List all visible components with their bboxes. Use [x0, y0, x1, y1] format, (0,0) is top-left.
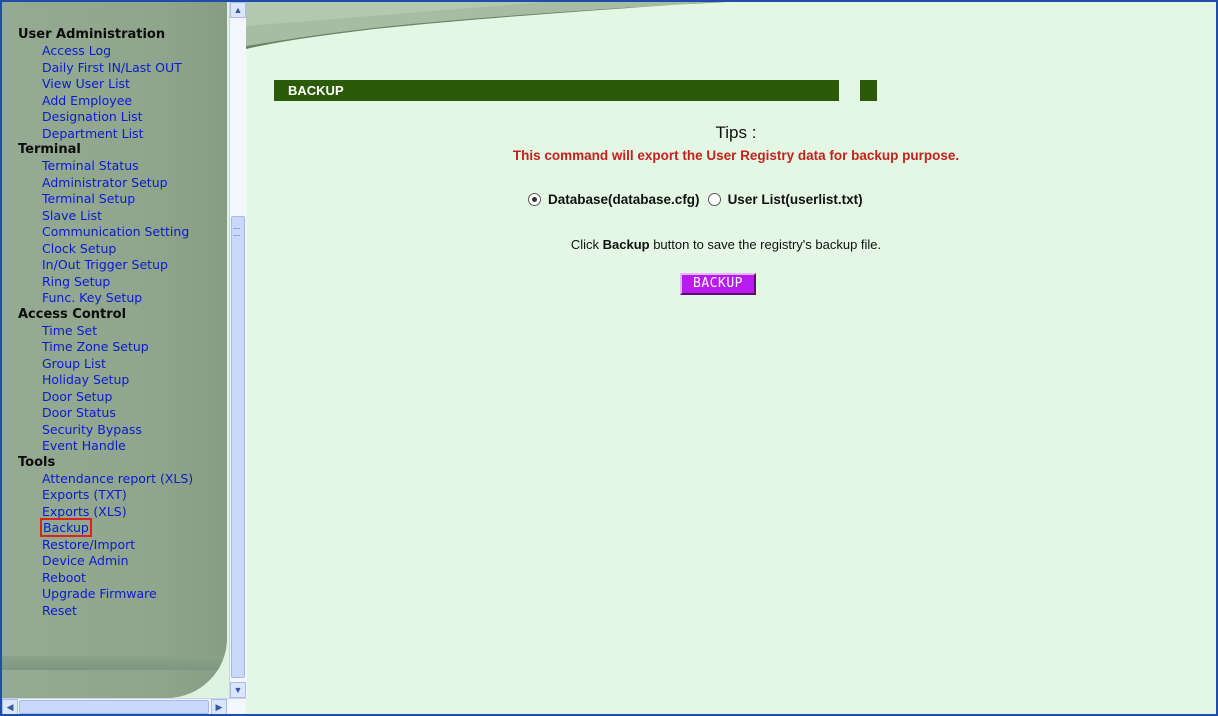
- sidebar-item-label[interactable]: Backup: [40, 518, 92, 537]
- sidebar-item-time-set[interactable]: Time Set: [18, 323, 227, 340]
- sidebar-item-label[interactable]: Terminal Status: [42, 158, 139, 173]
- sidebar-item-device-admin[interactable]: Device Admin: [18, 553, 227, 570]
- horizontal-scroll-thumb[interactable]: [19, 700, 209, 714]
- scroll-right-arrow-icon[interactable]: ▶: [211, 699, 227, 714]
- sidebar-item-designation-list[interactable]: Designation List: [18, 109, 227, 126]
- sidebar-item-label[interactable]: Time Set: [42, 323, 97, 338]
- sidebar-item-label[interactable]: Upgrade Firmware: [42, 586, 157, 601]
- nav-menu: User Administration Access Log Daily First…: [18, 27, 227, 619]
- sidebar-item-label[interactable]: Slave List: [42, 208, 102, 223]
- hint-bold: Backup: [602, 237, 650, 252]
- sidebar-item-upgrade-firmware[interactable]: Upgrade Firmware: [18, 586, 227, 603]
- sidebar-item-reboot[interactable]: Reboot: [18, 570, 227, 587]
- scroll-down-arrow-icon[interactable]: ▼: [230, 682, 246, 698]
- userlist-option-label[interactable]: User List(userlist.txt): [728, 192, 863, 207]
- sidebar-item-label[interactable]: Security Bypass: [42, 422, 142, 437]
- title-bar-square: [860, 80, 877, 101]
- sidebar-item-label[interactable]: Exports (TXT): [42, 487, 127, 502]
- sidebar-item-backup[interactable]: Backup: [18, 518, 227, 537]
- vertical-scroll-thumb[interactable]: [231, 216, 245, 678]
- scroll-grip-icon: [233, 228, 240, 236]
- horizontal-scrollbar[interactable]: ◀ ▶: [2, 698, 246, 714]
- sidebar-item-label[interactable]: Ring Setup: [42, 274, 110, 289]
- backup-hint-text: Click Backup button to save the registry…: [426, 237, 1026, 252]
- sidebar-item-label[interactable]: In/Out Trigger Setup: [42, 257, 168, 272]
- sidebar-item-label[interactable]: Reboot: [42, 570, 86, 585]
- sidebar-item-label[interactable]: Administrator Setup: [42, 175, 168, 190]
- sidebar-item-label[interactable]: Designation List: [42, 109, 143, 124]
- sidebar-item-access-log[interactable]: Access Log: [18, 43, 227, 60]
- hint-prefix: Click: [570, 237, 603, 252]
- sidebar-item-in-out-trigger-setup[interactable]: In/Out Trigger Setup: [18, 257, 227, 274]
- nav-panel: User Administration Access Log Daily First…: [2, 2, 227, 698]
- browser-frame: User Administration Access Log Daily First…: [0, 0, 1218, 716]
- sidebar-item-restore-import[interactable]: Restore/Import: [18, 537, 227, 554]
- database-radio[interactable]: [528, 193, 541, 206]
- sidebar-item-security-bypass[interactable]: Security Bypass: [18, 422, 227, 439]
- sidebar-item-label[interactable]: Func. Key Setup: [42, 290, 142, 305]
- left-nav-frame: User Administration Access Log Daily First…: [2, 2, 247, 714]
- sidebar-item-label[interactable]: Reset: [42, 603, 77, 618]
- hint-suffix: button to save the registry's backup fil…: [649, 237, 882, 252]
- vertical-scrollbar[interactable]: ▲ ▼: [229, 2, 247, 698]
- backup-type-options: Database(database.cfg) User List(userlis…: [528, 192, 871, 207]
- tips-heading: Tips :: [715, 123, 757, 142]
- sidebar-item-label[interactable]: Time Zone Setup: [42, 339, 149, 354]
- sidebar-item-holiday-setup[interactable]: Holiday Setup: [18, 372, 227, 389]
- sidebar-item-department-list[interactable]: Department List: [18, 126, 227, 143]
- sidebar-item-label[interactable]: Group List: [42, 356, 106, 371]
- sidebar-item-event-handle[interactable]: Event Handle: [18, 438, 227, 455]
- sidebar-item-func-key-setup[interactable]: Func. Key Setup: [18, 290, 227, 307]
- sidebar-item-label[interactable]: Device Admin: [42, 553, 129, 568]
- sidebar-item-label[interactable]: Restore/Import: [42, 537, 135, 552]
- tips-message: This command will export the User Regist…: [512, 148, 960, 163]
- scroll-up-arrow-icon[interactable]: ▲: [230, 2, 246, 18]
- sidebar-item-exports-txt[interactable]: Exports (TXT): [18, 487, 227, 504]
- sidebar-item-label[interactable]: Event Handle: [42, 438, 126, 453]
- sidebar-item-reset[interactable]: Reset: [18, 603, 227, 620]
- sidebar-item-view-user-list[interactable]: View User List: [18, 76, 227, 93]
- sidebar-item-administrator-setup[interactable]: Administrator Setup: [18, 175, 227, 192]
- nav-section-heading: Tools: [18, 454, 56, 470]
- sidebar-item-label[interactable]: Terminal Setup: [42, 191, 135, 206]
- sidebar-item-label[interactable]: View User List: [42, 76, 130, 91]
- userlist-radio[interactable]: [707, 193, 721, 206]
- sidebar-item-terminal-status[interactable]: Terminal Status: [18, 158, 227, 175]
- nav-section-heading: User Administration: [18, 27, 166, 42]
- sidebar-item-label[interactable]: Door Setup: [42, 389, 112, 404]
- nav-section-heading: Terminal: [18, 142, 81, 157]
- sidebar-item-daily-first-in-last-out[interactable]: Daily First IN/Last OUT: [18, 60, 227, 77]
- sidebar-item-label[interactable]: Daily First IN/Last OUT: [42, 60, 182, 75]
- header-swoosh-graphic: [246, 2, 726, 49]
- page-title-bar: BACKUP: [274, 80, 839, 101]
- sidebar-item-label[interactable]: Exports (XLS): [42, 504, 127, 519]
- sidebar-item-door-status[interactable]: Door Status: [18, 405, 227, 422]
- database-option-label[interactable]: Database(database.cfg): [548, 192, 700, 207]
- main-content: BACKUP Tips : This command will export t…: [246, 2, 1216, 714]
- sidebar-item-door-setup[interactable]: Door Setup: [18, 389, 227, 406]
- sidebar-item-label[interactable]: Door Status: [42, 405, 116, 420]
- scroll-left-arrow-icon[interactable]: ◀: [2, 699, 18, 714]
- sidebar-item-clock-setup[interactable]: Clock Setup: [18, 241, 227, 258]
- page-title: BACKUP: [288, 83, 344, 98]
- sidebar-item-label[interactable]: Add Employee: [42, 93, 132, 108]
- sidebar-item-time-zone-setup[interactable]: Time Zone Setup: [18, 339, 227, 356]
- sidebar-item-add-employee[interactable]: Add Employee: [18, 93, 227, 110]
- sidebar-item-label[interactable]: Communication Setting: [42, 224, 189, 239]
- sidebar-item-slave-list[interactable]: Slave List: [18, 208, 227, 225]
- sidebar-item-label[interactable]: Department List: [42, 126, 143, 141]
- sidebar-item-communication-setting[interactable]: Communication Setting: [18, 224, 227, 241]
- sidebar-item-group-list[interactable]: Group List: [18, 356, 227, 373]
- sidebar-item-ring-setup[interactable]: Ring Setup: [18, 274, 227, 291]
- sidebar-item-terminal-setup[interactable]: Terminal Setup: [18, 191, 227, 208]
- backup-button[interactable]: BACKUP: [680, 273, 756, 295]
- sidebar-item-label[interactable]: Attendance report (XLS): [42, 471, 193, 486]
- sidebar-item-label[interactable]: Clock Setup: [42, 241, 116, 256]
- sidebar-item-attendance-report-xls[interactable]: Attendance report (XLS): [18, 471, 227, 488]
- sidebar-item-exports-xls[interactable]: Exports (XLS): [18, 504, 227, 521]
- nav-section-heading: Access Control: [18, 306, 127, 322]
- sidebar-item-label[interactable]: Access Log: [42, 43, 111, 58]
- sidebar-item-label[interactable]: Holiday Setup: [42, 372, 129, 387]
